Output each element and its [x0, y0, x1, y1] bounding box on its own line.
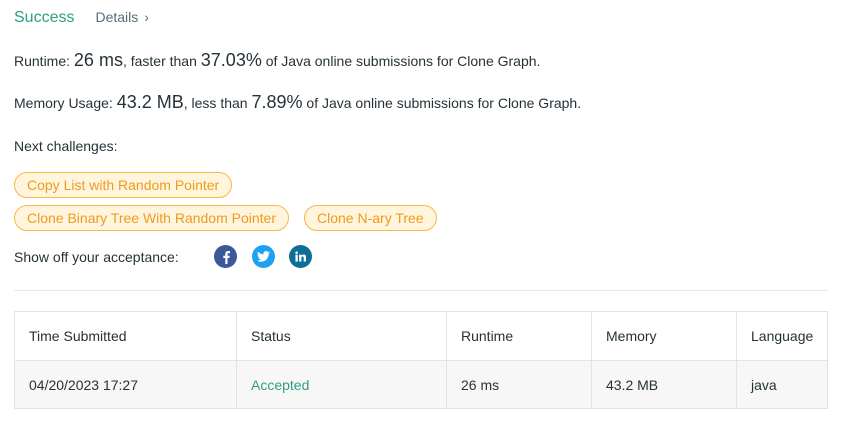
memory-stat: Memory Usage: 43.2 MB, less than 7.89% o… — [14, 92, 581, 113]
facebook-glyph — [222, 250, 230, 264]
cell-memory: 43.2 MB — [592, 361, 737, 408]
chevron-right-icon[interactable]: › — [144, 9, 149, 25]
memory-mid-text: , less than — [183, 95, 248, 111]
table-header-row: Time Submitted Status Runtime Memory Lan… — [15, 312, 827, 360]
memory-label: Memory Usage: — [14, 95, 113, 111]
column-header-status: Status — [237, 312, 447, 360]
result-header: Success Details › — [14, 9, 149, 27]
linkedin-icon[interactable] — [289, 245, 312, 268]
memory-percent: 7.89% — [251, 92, 303, 112]
cell-status: Accepted — [237, 361, 447, 408]
runtime-value: 26 ms — [73, 50, 123, 70]
runtime-label: Runtime: — [14, 53, 71, 69]
twitter-glyph — [257, 251, 270, 262]
column-header-language: Language — [751, 328, 814, 344]
next-challenges-label: Next challenges: — [14, 138, 118, 154]
challenge-chip-clone-binary-tree[interactable]: Clone Binary Tree With Random Pointer — [14, 205, 289, 231]
memory-suffix: of Java online submissions for Clone Gra… — [306, 95, 582, 111]
cell-time-submitted: 04/20/2023 17:27 — [15, 361, 237, 408]
submissions-table: Time Submitted Status Runtime Memory Lan… — [14, 311, 828, 409]
column-header-runtime: Runtime — [447, 312, 592, 360]
table-row: 04/20/2023 17:27 Accepted 26 ms 43.2 MB … — [15, 360, 827, 408]
runtime-suffix: of Java online submissions for Clone Gra… — [265, 53, 541, 69]
column-header-memory: Memory — [592, 312, 737, 360]
details-link[interactable]: Details — [95, 9, 138, 25]
status-accepted-link[interactable]: Accepted — [251, 377, 309, 393]
challenge-chip-copy-list[interactable]: Copy List with Random Pointer — [14, 172, 233, 198]
twitter-icon[interactable] — [252, 245, 275, 268]
status-title: Success — [14, 9, 75, 26]
section-divider — [14, 290, 828, 291]
memory-value: 43.2 MB — [116, 92, 184, 112]
facebook-icon[interactable] — [214, 245, 237, 268]
linkedin-glyph — [295, 251, 306, 262]
cell-language: java — [751, 376, 777, 393]
runtime-stat: Runtime: 26 ms, faster than 37.03% of Ja… — [14, 50, 540, 71]
runtime-mid-text: , faster than — [122, 53, 197, 69]
column-header-time: Time Submitted — [15, 312, 237, 360]
challenge-chip-clone-nary-tree[interactable]: Clone N-ary Tree — [304, 205, 437, 231]
runtime-percent: 37.03% — [200, 50, 262, 70]
share-label: Show off your acceptance: — [14, 249, 179, 265]
cell-runtime: 26 ms — [447, 361, 592, 408]
